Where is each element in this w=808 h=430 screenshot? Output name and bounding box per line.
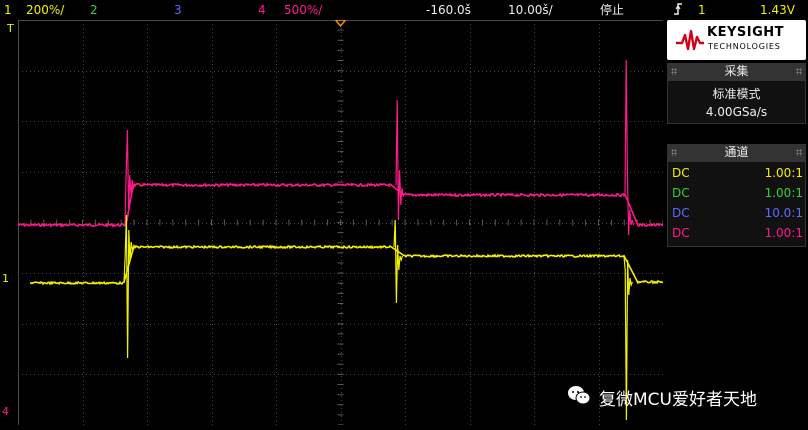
waveform-display[interactable] bbox=[18, 20, 663, 425]
time-scale[interactable]: 10.00š/ bbox=[508, 2, 553, 18]
channels-header[interactable]: 通道 bbox=[667, 144, 806, 161]
channel-coupling: DC bbox=[672, 206, 690, 220]
channel-row-3[interactable]: DC 10.0:1 bbox=[672, 203, 803, 223]
ch4-ground-mark[interactable]: 4 bbox=[2, 405, 9, 418]
ch1-edge-spike bbox=[393, 219, 403, 304]
grip-icon bbox=[671, 149, 677, 156]
keysight-wave-icon bbox=[676, 29, 704, 51]
ch2-number[interactable]: 2 bbox=[90, 2, 98, 18]
acquire-body: 标准模式 4.00GSa/s bbox=[667, 80, 806, 124]
logo-sub: TECHNOLOGIES bbox=[708, 42, 781, 51]
keysight-logo: KEYSIGHT TECHNOLOGIES bbox=[667, 20, 806, 60]
ch3-number[interactable]: 3 bbox=[174, 2, 182, 18]
waveform-canvas[interactable] bbox=[18, 20, 663, 425]
channel-probe-ratio: 1.00:1 bbox=[764, 226, 803, 240]
top-status-bar: 1 200%/ 2 3 4 500%/ -160.0š 10.00š/ 停止 1… bbox=[0, 0, 808, 20]
channel-probe-ratio: 10.0:1 bbox=[764, 206, 803, 220]
channel-probe-ratio: 1.00:1 bbox=[764, 166, 803, 180]
ch1-scale[interactable]: 200%/ bbox=[26, 2, 64, 18]
ch1-edge-spike bbox=[123, 214, 135, 359]
ch4-edge-spike bbox=[624, 59, 634, 236]
watermark-text: 复微MCU爱好者天地 bbox=[599, 390, 757, 410]
grip-icon bbox=[796, 149, 802, 156]
channels-body: DC 1.00:1 DC 1.00:1 DC 10.0:1 DC 1.00:1 bbox=[667, 161, 806, 247]
ch4-edge-spike bbox=[395, 99, 405, 221]
acquire-mode: 标准模式 bbox=[712, 87, 761, 101]
channel-coupling: DC bbox=[672, 226, 690, 240]
acquire-title: 采集 bbox=[724, 64, 749, 78]
run-state[interactable]: 停止 bbox=[600, 2, 624, 18]
ch1-ground-mark[interactable]: 1 bbox=[2, 272, 9, 285]
channels-title: 通道 bbox=[724, 145, 749, 159]
trigger-level[interactable]: 1.43V bbox=[760, 2, 795, 18]
ch4-edge-spike bbox=[124, 129, 136, 226]
ch1-number[interactable]: 1 bbox=[4, 2, 12, 18]
logo-brand: KEYSIGHT bbox=[707, 25, 784, 40]
channel-probe-ratio: 1.00:1 bbox=[764, 186, 803, 200]
acquire-header[interactable]: 采集 bbox=[667, 63, 806, 80]
trigger-level-mark[interactable]: T bbox=[7, 22, 14, 35]
wechat-icon bbox=[568, 386, 591, 405]
trigger-edge-icon[interactable] bbox=[672, 2, 684, 20]
channel-row-4[interactable]: DC 1.00:1 bbox=[672, 223, 803, 243]
channel-coupling: DC bbox=[672, 166, 690, 180]
right-panel: KEYSIGHT TECHNOLOGIES 采集 标准模式 4.00GSa/s … bbox=[665, 20, 808, 430]
channel-row-2[interactable]: DC 1.00:1 bbox=[672, 183, 803, 203]
channel-coupling: DC bbox=[672, 186, 690, 200]
acquire-rate: 4.00GSa/s bbox=[705, 105, 768, 119]
time-offset[interactable]: -160.0š bbox=[426, 2, 471, 18]
ch4-scale[interactable]: 500%/ bbox=[284, 2, 322, 18]
channel-row-1[interactable]: DC 1.00:1 bbox=[672, 163, 803, 183]
ch4-number[interactable]: 4 bbox=[258, 2, 266, 18]
grip-icon bbox=[796, 68, 802, 75]
trigger-source[interactable]: 1 bbox=[698, 2, 706, 18]
grip-icon bbox=[671, 68, 677, 75]
